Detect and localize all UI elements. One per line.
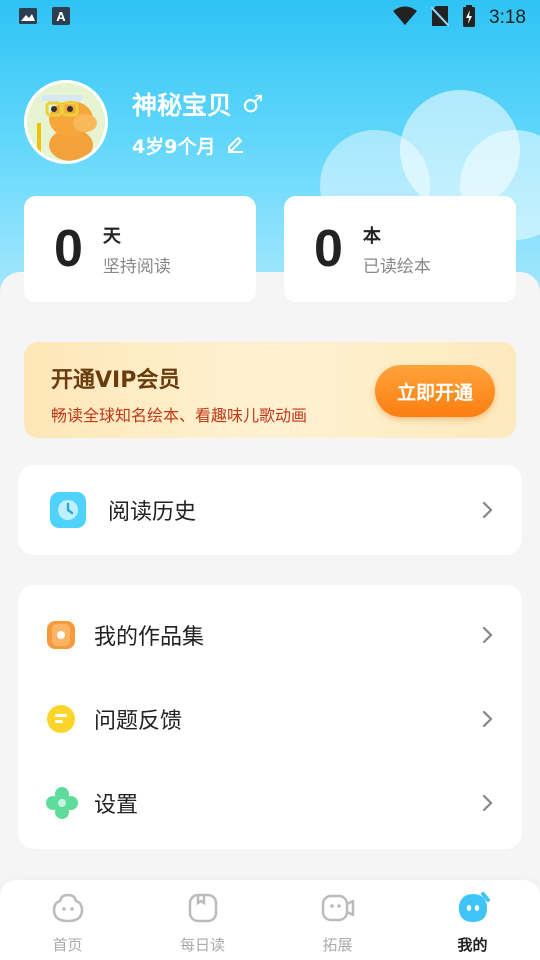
dinosaur-avatar-icon <box>27 83 105 161</box>
nav-label: 我的 <box>457 936 488 954</box>
books-read-count: 0 <box>314 220 343 278</box>
battery-charging-icon <box>463 5 476 31</box>
vip-banner[interactable]: 开通VIP会员 畅读全球知名绘本、看趣味儿歌动画 立即开通 <box>24 342 516 438</box>
history-card: 阅读历史 <box>18 465 522 555</box>
open-vip-button[interactable]: 立即开通 <box>375 365 495 417</box>
image-icon <box>18 7 38 29</box>
gender-male-icon: ♂ <box>242 89 264 118</box>
chevron-right-icon <box>482 626 494 648</box>
menu-item-feedback[interactable]: 问题反馈 <box>18 677 522 761</box>
feedback-icon <box>46 704 76 734</box>
chevron-right-icon <box>482 794 494 816</box>
nav-tab-mine[interactable]: 我的 <box>405 880 540 960</box>
books-read-label: 已读绘本 <box>362 256 431 277</box>
expand-icon <box>320 892 356 928</box>
nav-tab-home[interactable]: 首页 <box>0 880 135 960</box>
menu-label: 设置 <box>94 793 139 818</box>
wifi-icon <box>393 6 418 30</box>
menu-item-settings[interactable]: 设置 <box>18 761 522 845</box>
chevron-right-icon <box>482 501 494 523</box>
menu-item-my-works[interactable]: 我的作品集 <box>18 593 522 677</box>
books-read-card: 0 本 已读绘本 <box>284 196 516 302</box>
menu-label: 问题反馈 <box>94 709 183 734</box>
nav-label: 拓展 <box>322 936 353 954</box>
profile-header: 神秘宝贝 ♂ 4岁9个月 <box>24 80 264 164</box>
books-read-unit: 本 <box>362 225 381 247</box>
user-name: 神秘宝贝 <box>132 90 233 120</box>
status-bar: A 3:18 <box>0 0 540 36</box>
nav-label: 每日读 <box>179 936 225 954</box>
nav-label: 首页 <box>52 936 83 954</box>
home-face-icon <box>51 892 85 928</box>
clock-time: 3:18 <box>489 7 526 28</box>
reading-days-unit: 天 <box>102 225 121 247</box>
reading-days-card: 0 天 坚持阅读 <box>24 196 256 302</box>
nav-tab-expand[interactable]: 拓展 <box>270 880 405 960</box>
edit-pencil-icon[interactable] <box>225 133 245 157</box>
settings-card: 我的作品集 问题反馈 设置 <box>18 585 522 849</box>
no-sim-icon <box>430 5 450 31</box>
font-a-icon: A <box>52 7 70 29</box>
reading-days-label: 坚持阅读 <box>102 256 171 277</box>
svg-text:A: A <box>56 9 66 24</box>
settings-flower-icon <box>46 787 78 819</box>
nav-tab-daily-read[interactable]: 每日读 <box>135 880 270 960</box>
bottom-navigation: 首页 每日读 拓展 我的 <box>0 880 540 960</box>
mine-face-icon <box>455 892 491 928</box>
menu-item-reading-history[interactable]: 阅读历史 <box>18 465 522 555</box>
clock-icon <box>50 492 86 528</box>
user-age: 4岁9个月 <box>132 135 216 158</box>
daily-read-icon <box>186 892 220 928</box>
menu-label: 我的作品集 <box>94 625 205 650</box>
chevron-right-icon <box>482 710 494 732</box>
menu-label: 阅读历史 <box>108 500 197 525</box>
portfolio-icon <box>46 620 76 650</box>
reading-days-count: 0 <box>54 220 83 278</box>
avatar[interactable] <box>24 80 108 164</box>
